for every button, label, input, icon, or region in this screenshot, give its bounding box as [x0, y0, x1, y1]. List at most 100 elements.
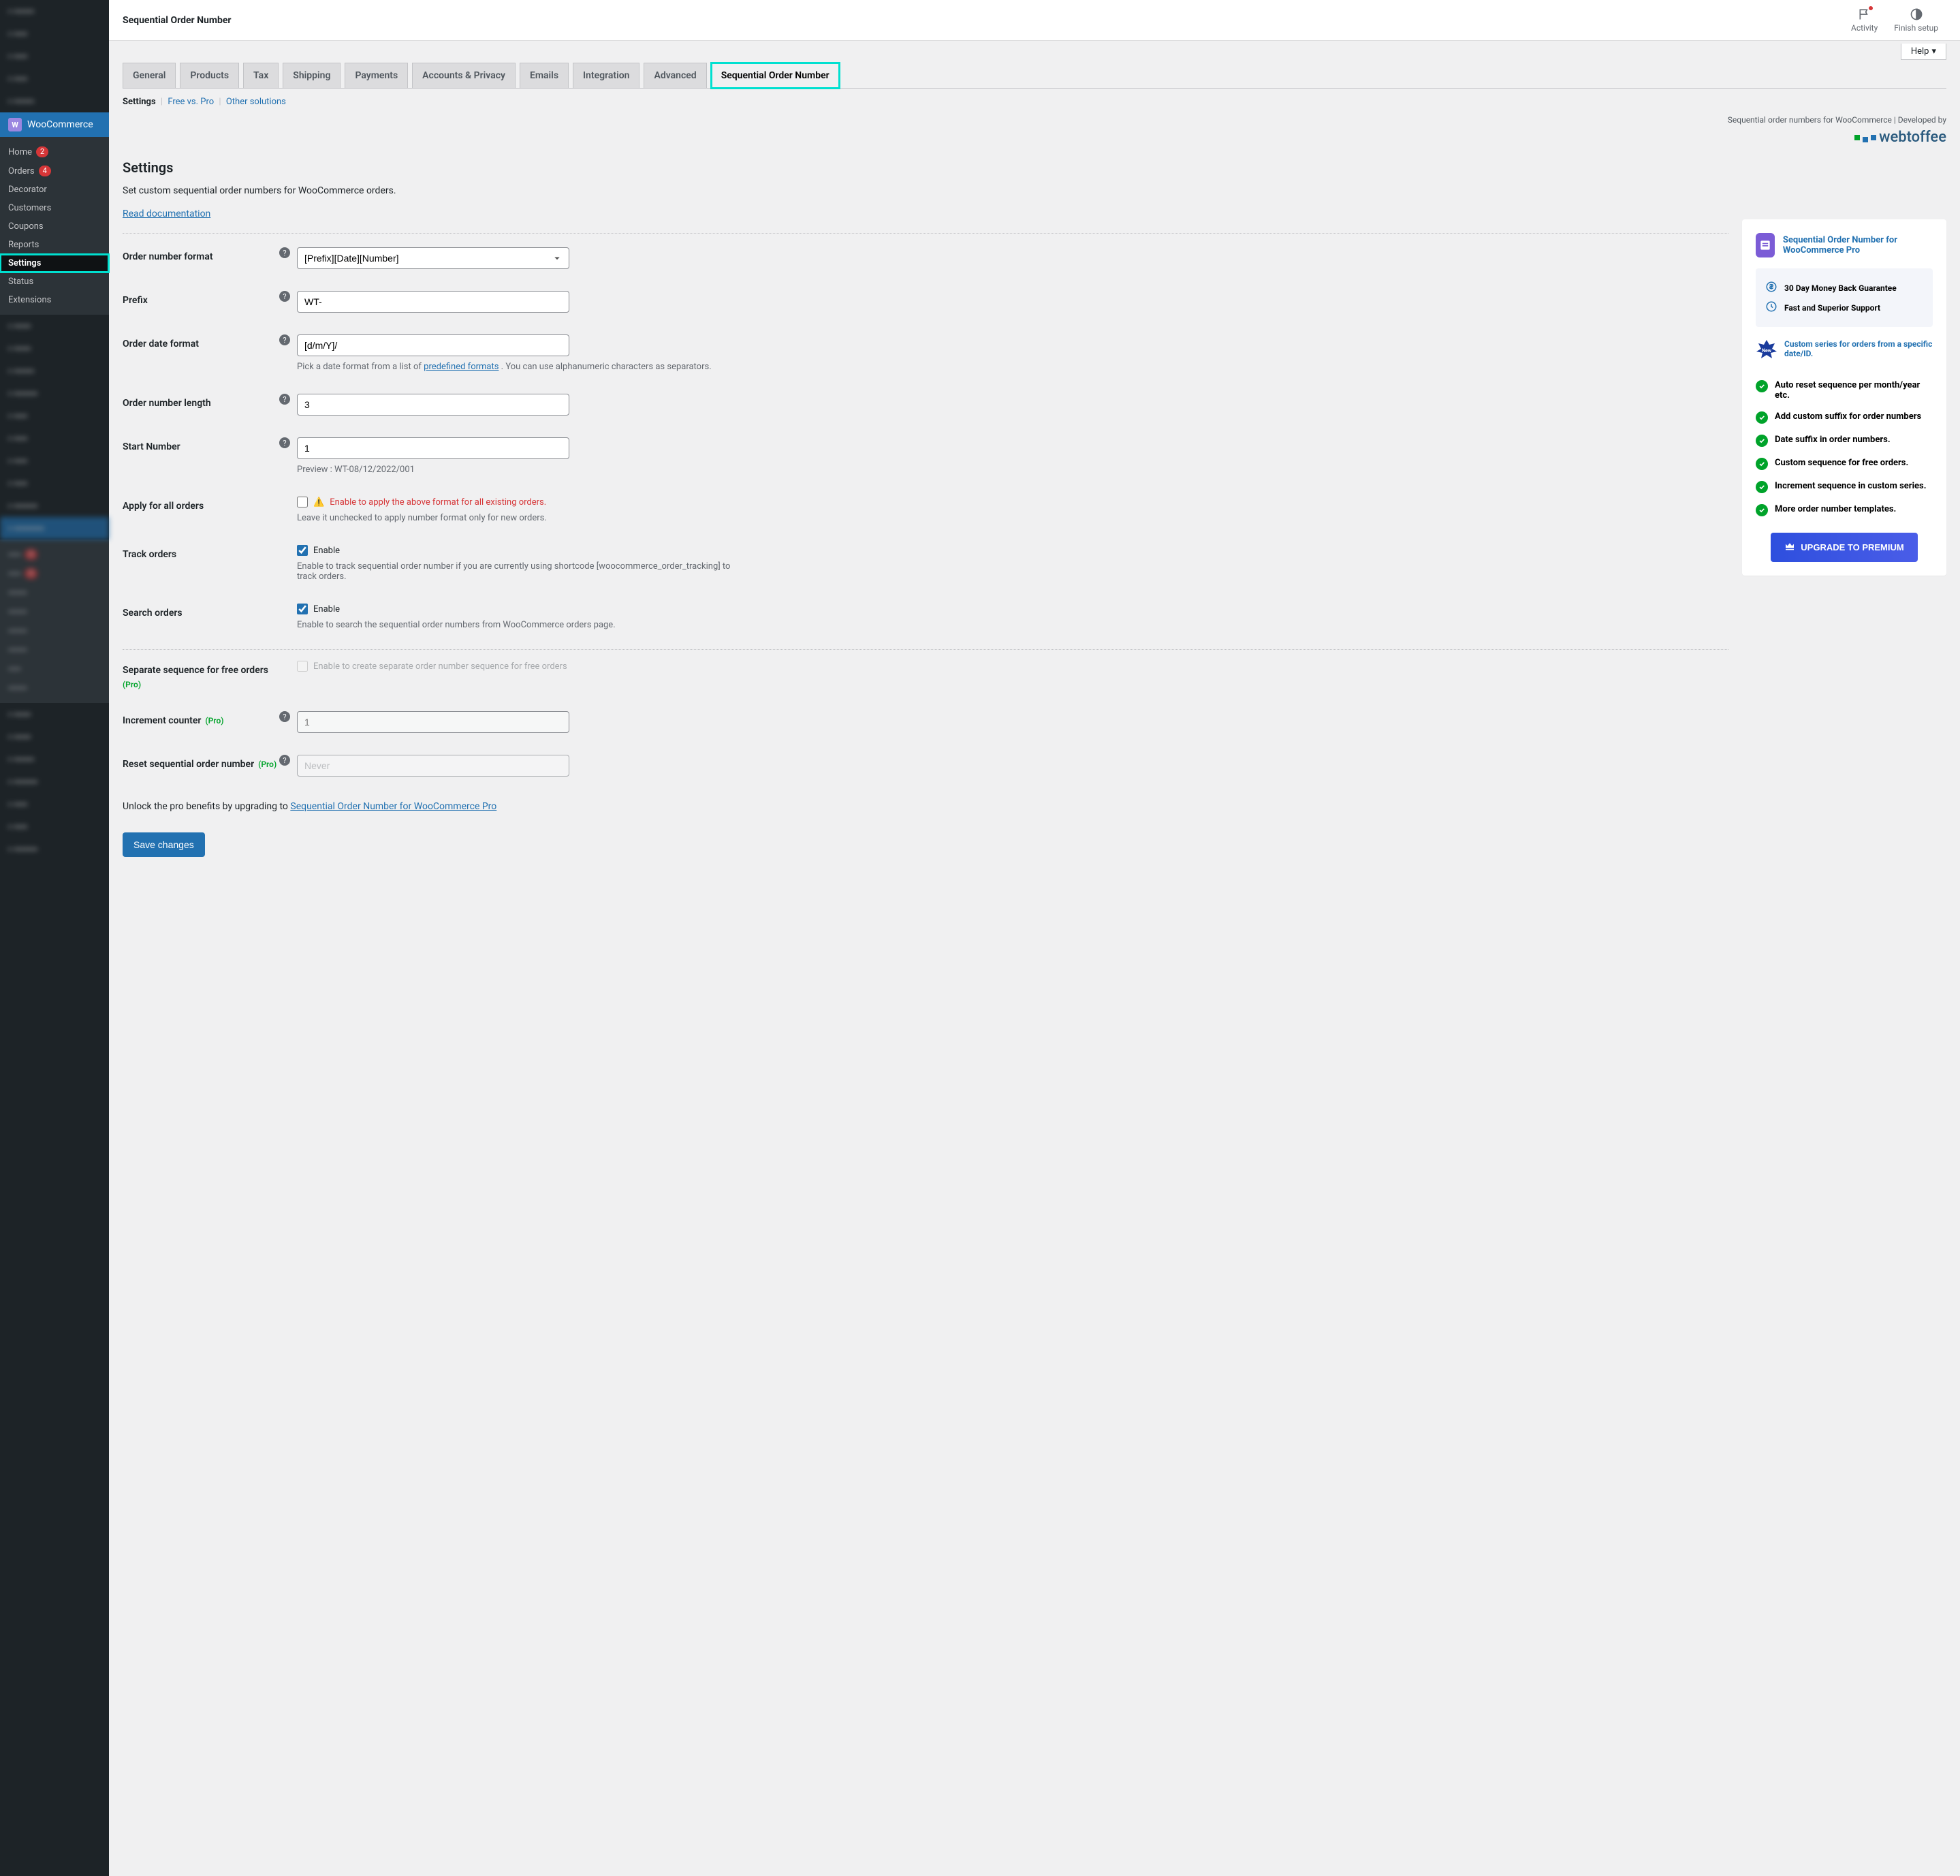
sidebar-sub-blurred[interactable]: ▪▪▪▪ — [0, 659, 109, 678]
tab-advanced[interactable]: Advanced — [644, 63, 706, 88]
sidebar-item-blurred[interactable]: ▪ ▪▪▪▪ — [0, 45, 109, 67]
preview-text: Preview : WT-08/12/2022/001 — [297, 465, 733, 475]
sidebar-sub-settings[interactable]: Settings — [0, 254, 109, 272]
sidebar-item-blurred[interactable]: ▪ ▪▪▪▪ — [0, 22, 109, 45]
sidebar-sub-orders[interactable]: Orders 4 — [0, 161, 109, 181]
subnav-settings[interactable]: Settings — [123, 97, 156, 107]
apply-all-checkbox[interactable] — [297, 497, 308, 507]
subnav-other[interactable]: Other solutions — [226, 97, 286, 107]
subnav-freevspro[interactable]: Free vs. Pro — [168, 97, 214, 107]
sidebar-sub-customers[interactable]: Customers — [0, 199, 109, 217]
chevron-down-icon: ▾ — [1931, 46, 1936, 57]
sidebar-sub-home[interactable]: Home 2 — [0, 142, 109, 161]
prefix-input[interactable] — [297, 291, 569, 313]
sidebar-item-blurred[interactable]: ▪ ▪▪▪▪▪ — [0, 725, 109, 748]
woocommerce-icon: W — [8, 118, 22, 131]
track-orders-checkbox[interactable] — [297, 545, 308, 556]
sidebar-sub-blurred[interactable]: ▪▪▪▪▪▪ — [0, 602, 109, 621]
tab-accounts[interactable]: Accounts & Privacy — [412, 63, 516, 88]
finish-setup-button[interactable]: Finish setup — [1886, 7, 1946, 33]
help-tooltip-icon[interactable]: ? — [279, 291, 290, 302]
date-format-help: Pick a date format from a list of predef… — [297, 362, 733, 372]
check-icon — [1756, 380, 1768, 392]
tab-tax[interactable]: Tax — [243, 63, 279, 88]
save-button[interactable]: Save changes — [123, 832, 205, 857]
admin-sidebar: ▪ ▪▪▪▪▪▪ ▪ ▪▪▪▪ ▪ ▪▪▪▪ ▪ ▪▪▪▪ ▪ ▪▪▪▪▪▪ W… — [0, 0, 109, 1876]
sidebar-sub-blurred[interactable]: ▪▪▪▪▪▪ — [0, 583, 109, 602]
sidebar-sub-status[interactable]: Status — [0, 272, 109, 291]
sidebar-item-blurred[interactable]: ▪ ▪▪▪▪ — [0, 427, 109, 450]
sidebar-sub-blurred[interactable]: ▪▪▪▪▪▪ — [0, 621, 109, 640]
check-icon — [1756, 458, 1768, 470]
read-documentation-link[interactable]: Read documentation — [123, 208, 210, 219]
sidebar-sub-blurred[interactable]: ▪▪▪▪▪▪ — [0, 640, 109, 659]
sidebar-item-blurred[interactable]: ▪ ▪▪▪▪ — [0, 405, 109, 427]
sidebar-item-blurred[interactable]: ▪ ▪▪▪▪▪ — [0, 315, 109, 337]
row-increment-counter: Increment counter (Pro) ? — [123, 700, 1728, 744]
tab-general[interactable]: General — [123, 63, 176, 88]
sidebar-item-blurred[interactable]: ▪ ▪▪▪▪▪ — [0, 337, 109, 360]
row-start-number: Start Number ? Preview : WT-08/12/2022/0… — [123, 426, 1728, 486]
date-format-input[interactable] — [297, 334, 569, 356]
sidebar-item-blurred[interactable]: ▪ ▪▪▪▪▪▪▪ — [0, 382, 109, 405]
sidebar-item-blurred[interactable]: ▪ ▪▪▪▪▪ — [0, 703, 109, 725]
upgrade-button[interactable]: UPGRADE TO PREMIUM — [1771, 533, 1917, 562]
sidebar-sub-blurred[interactable]: ▪▪▪▪ 0 — [0, 564, 109, 583]
sidebar-sub-coupons[interactable]: Coupons — [0, 217, 109, 236]
sidebar-item-blurred[interactable]: ▪ ▪▪▪▪▪▪▪ — [0, 495, 109, 517]
sidebar-sub-reports[interactable]: Reports — [0, 236, 109, 254]
sidebar-item-blurred[interactable]: ▪ ▪▪▪▪ — [0, 793, 109, 815]
sidebar-sub-blurred[interactable]: ▪▪▪▪▪▪ — [0, 678, 109, 698]
tab-emails[interactable]: Emails — [520, 63, 569, 88]
sidebar-label: Orders — [8, 166, 35, 176]
developer-logo[interactable]: webtoffee — [123, 129, 1946, 146]
sidebar-item-blurred[interactable]: ▪ ▪▪▪▪▪▪ — [0, 90, 109, 112]
sidebar-item-blurred[interactable]: ▪ ▪▪▪▪▪▪▪ — [0, 838, 109, 860]
sidebar-item-woocommerce[interactable]: W WooCommerce — [0, 112, 109, 137]
sidebar-item-blurred-active[interactable]: ▪ ▪▪▪▪▪▪▪▪▪ — [0, 517, 109, 540]
sidebar-submenu: Home 2 Orders 4 Decorator Customers Coup… — [0, 137, 109, 315]
tab-shipping[interactable]: Shipping — [283, 63, 341, 88]
sidebar-item-blurred[interactable]: ▪ ▪▪▪▪▪▪ — [0, 748, 109, 770]
sidebar-item-blurred[interactable]: ▪ ▪▪▪▪ — [0, 472, 109, 495]
sidebar-sub-extensions[interactable]: Extensions — [0, 291, 109, 309]
predefined-formats-link[interactable]: predefined formats — [424, 362, 499, 372]
sidebar-sub-decorator[interactable]: Decorator — [0, 181, 109, 199]
svg-text:New: New — [1762, 348, 1772, 354]
help-tooltip-icon[interactable]: ? — [279, 247, 290, 258]
topbar: Sequential Order Number Activity Finish … — [109, 0, 1960, 41]
tab-integration[interactable]: Integration — [573, 63, 639, 88]
flag-icon — [1858, 7, 1871, 23]
help-tooltip-icon[interactable]: ? — [279, 755, 290, 766]
help-tab[interactable]: Help ▾ — [1901, 44, 1946, 60]
start-number-input[interactable] — [297, 437, 569, 459]
reset-select: Never — [297, 755, 569, 777]
order-format-select[interactable]: [Prefix][Date][Number] — [297, 247, 569, 269]
help-tooltip-icon[interactable]: ? — [279, 437, 290, 448]
row-date-format: Order date format ? Pick a date format f… — [123, 324, 1728, 383]
apply-all-warning: Enable to apply the above format for all… — [330, 497, 546, 507]
activity-button[interactable]: Activity — [1843, 7, 1886, 33]
help-tooltip-icon[interactable]: ? — [279, 334, 290, 345]
tab-payments[interactable]: Payments — [345, 63, 408, 88]
length-input[interactable] — [297, 394, 569, 416]
help-tooltip-icon[interactable]: ? — [279, 711, 290, 722]
sidebar-item-blurred[interactable]: ▪ ▪▪▪▪ — [0, 67, 109, 90]
logo-square-icon — [1854, 135, 1860, 140]
main-content: Sequential Order Number Activity Finish … — [109, 0, 1960, 1876]
tab-products[interactable]: Products — [180, 63, 239, 88]
help-tooltip-icon[interactable]: ? — [279, 394, 290, 405]
check-icon — [1756, 435, 1768, 447]
logo-square-icon — [1863, 137, 1868, 142]
sidebar-item-blurred[interactable]: ▪ ▪▪▪▪▪▪ — [0, 360, 109, 382]
sidebar-item-blurred[interactable]: ▪ ▪▪▪▪▪▪ — [0, 0, 109, 22]
unlock-link[interactable]: Sequential Order Number for WooCommerce … — [290, 801, 496, 812]
sidebar-item-blurred[interactable]: ▪ ▪▪▪▪ — [0, 450, 109, 472]
search-orders-checkbox[interactable] — [297, 604, 308, 614]
enable-label: Enable — [313, 546, 340, 556]
sidebar-sub-blurred[interactable]: ▪▪▪▪ 0 — [0, 545, 109, 564]
sidebar-item-blurred[interactable]: ▪ ▪▪▪▪▪▪▪ — [0, 770, 109, 793]
tab-sequential[interactable]: Sequential Order Number — [711, 63, 840, 89]
row-apply-all: Apply for all orders ⚠️ Enable to apply … — [123, 486, 1728, 534]
sidebar-item-blurred[interactable]: ▪ ▪▪▪▪ — [0, 815, 109, 838]
